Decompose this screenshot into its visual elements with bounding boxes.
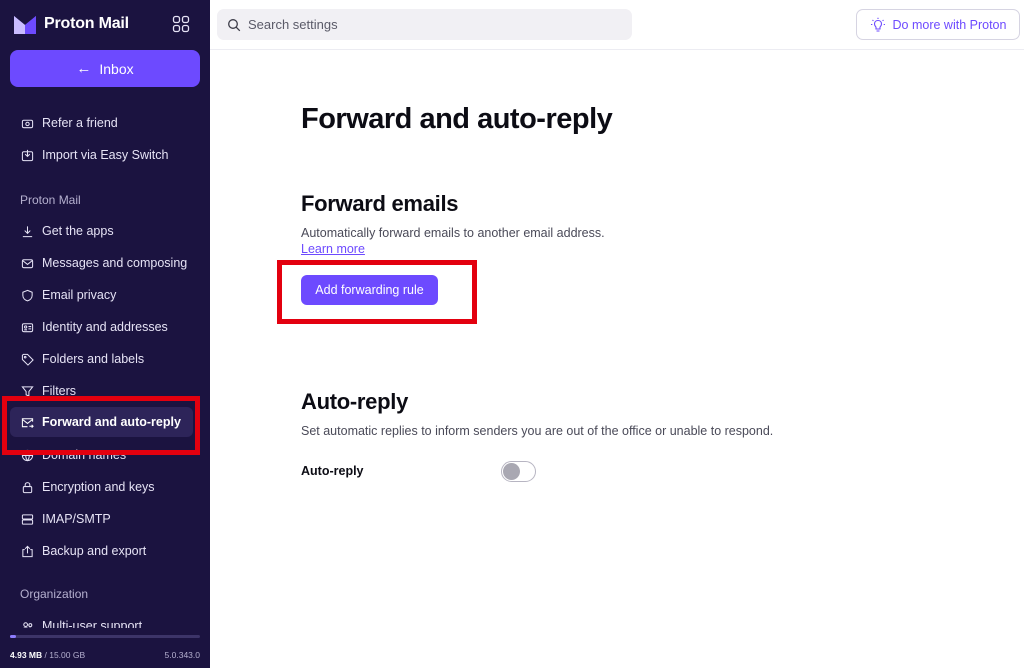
download-icon xyxy=(22,225,33,237)
auto-reply-toggle-label: Auto-reply xyxy=(301,464,364,478)
forward-emails-heading: Forward emails xyxy=(301,191,459,216)
forward-emails-description: Automatically forward emails to another … xyxy=(301,226,605,240)
search-box[interactable] xyxy=(217,9,632,40)
sidebar-item-refer-a-friend[interactable]: Refer a friend xyxy=(10,108,193,138)
sidebar-item-label: Get the apps xyxy=(42,224,114,238)
sidebar-item-label: Encryption and keys xyxy=(42,480,155,494)
sidebar-item-label: Folders and labels xyxy=(42,352,145,366)
sidebar-item-encryption[interactable]: Encryption and keys xyxy=(10,472,193,502)
search-input[interactable] xyxy=(248,17,628,32)
do-more-with-proton-button[interactable]: Do more with Proton xyxy=(856,9,1020,40)
server-icon xyxy=(21,513,34,525)
sidebar-item-imap-smtp[interactable]: IMAP/SMTP xyxy=(10,504,193,534)
sidebar-item-label: Refer a friend xyxy=(42,116,118,130)
sidebar-item-get-the-apps[interactable]: Get the apps xyxy=(10,216,193,246)
sidebar-item-label: Import via Easy Switch xyxy=(42,148,169,162)
brand[interactable]: Proton Mail xyxy=(13,12,129,36)
sidebar-item-backup-export[interactable]: Backup and export xyxy=(10,536,193,566)
id-card-icon xyxy=(21,322,34,332)
app-version: 5.0.343.0 xyxy=(164,650,200,660)
sidebar-item-label: Backup and export xyxy=(42,544,147,558)
settings-nav: Refer a friend Import via Easy Switch Pr… xyxy=(0,108,210,628)
main-content: Forward and auto-reply Forward emails Au… xyxy=(210,50,1024,668)
brand-name: Proton Mail xyxy=(44,15,129,32)
gift-icon xyxy=(21,119,34,128)
shield-icon xyxy=(22,289,33,301)
proton-logo-icon xyxy=(14,16,36,34)
toggle-knob xyxy=(503,463,520,480)
arrow-left-icon: ← xyxy=(76,60,92,77)
storage-total: / 15.00 GB xyxy=(44,650,86,660)
export-icon xyxy=(22,545,33,557)
search-icon xyxy=(228,18,241,31)
section-heading-organization: Organization xyxy=(20,587,89,601)
learn-more-link[interactable]: Learn more xyxy=(301,242,365,256)
sidebar-item-messages[interactable]: Messages and composing xyxy=(10,248,193,278)
storage-indicator[interactable]: 4.93 MB / 15.00 GB 5.0.343.0 xyxy=(0,628,210,668)
topbar: Do more with Proton xyxy=(210,0,1024,50)
highlight-box-sidebar xyxy=(2,396,200,455)
storage-used: 4.93 MB xyxy=(10,650,43,660)
users-icon xyxy=(22,621,33,628)
auto-reply-description: Set automatic replies to inform senders … xyxy=(301,424,774,438)
inbox-label: Inbox xyxy=(99,60,134,77)
sidebar: Proton Mail ← Inbox Refer a friend Impor… xyxy=(0,0,210,668)
lock-icon xyxy=(22,481,33,493)
storage-fill xyxy=(10,635,16,638)
app-switcher-icon[interactable] xyxy=(172,15,190,33)
tag-icon xyxy=(21,353,34,366)
sidebar-item-label: Messages and composing xyxy=(42,256,188,270)
sidebar-item-folders-labels[interactable]: Folders and labels xyxy=(10,344,193,374)
auto-reply-toggle[interactable] xyxy=(501,461,536,482)
storage-bar xyxy=(10,635,200,638)
page-title: Forward and auto-reply xyxy=(301,103,613,135)
sidebar-item-label: Email privacy xyxy=(42,288,117,302)
storage-text: 4.93 MB / 15.00 GB xyxy=(10,650,85,660)
sidebar-item-label: IMAP/SMTP xyxy=(42,512,111,526)
do-more-label: Do more with Proton xyxy=(892,17,1007,32)
envelope-icon xyxy=(21,258,34,268)
import-icon xyxy=(21,149,34,161)
highlight-box-main xyxy=(277,260,477,324)
auto-reply-heading: Auto-reply xyxy=(301,389,409,414)
sidebar-item-import[interactable]: Import via Easy Switch xyxy=(10,140,193,170)
lightbulb-icon xyxy=(870,17,885,32)
back-to-inbox-button[interactable]: ← Inbox xyxy=(10,50,200,87)
sidebar-item-email-privacy[interactable]: Email privacy xyxy=(10,280,193,310)
section-heading-proton-mail: Proton Mail xyxy=(20,193,81,207)
sidebar-item-label: Identity and addresses xyxy=(42,320,168,334)
sidebar-item-multi-user-support[interactable]: Multi-user support xyxy=(10,611,193,628)
sidebar-item-label: Multi-user support xyxy=(42,619,143,628)
sidebar-item-identity[interactable]: Identity and addresses xyxy=(10,312,193,342)
